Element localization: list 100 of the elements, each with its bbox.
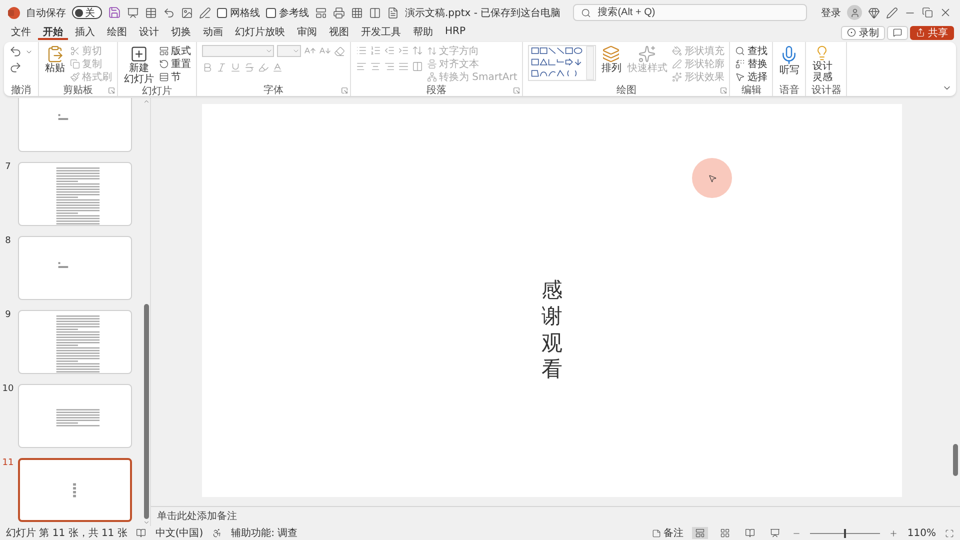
search-field[interactable]: 搜索(Alt + Q) [572, 4, 807, 21]
new-slide-button[interactable]: 新建 幻灯片 [123, 45, 155, 85]
checkbox[interactable]: 参考线 [266, 6, 309, 20]
columns-icon[interactable] [412, 61, 423, 72]
align-center-icon[interactable] [370, 61, 381, 72]
arrange-button[interactable]: 排列 [600, 45, 622, 74]
slide-thumbnail[interactable] [18, 458, 132, 522]
cursor-icon [708, 174, 716, 182]
image-icon[interactable] [181, 6, 193, 18]
ribbon-tab[interactable]: 幻灯片放映 [230, 25, 290, 40]
ribbon-tab[interactable]: 视图 [324, 25, 354, 40]
slideshow-icon[interactable] [127, 6, 139, 18]
printer-icon[interactable] [333, 6, 345, 18]
find-button[interactable]: 查找 [735, 45, 768, 57]
clear-format-icon[interactable] [334, 46, 345, 56]
restore-icon[interactable] [922, 7, 933, 18]
underline-icon[interactable] [230, 62, 241, 73]
designer-button[interactable]: 设计 灵感 [811, 45, 834, 83]
outdent-icon[interactable] [384, 45, 395, 56]
fit-slide-icon[interactable] [945, 528, 954, 538]
grid-icon[interactable] [351, 6, 363, 18]
undo-icon[interactable] [9, 45, 22, 58]
ribbon-tab[interactable]: 设计 [134, 25, 164, 40]
zoom-thumb[interactable] [844, 528, 846, 538]
pen-icon[interactable] [199, 6, 211, 18]
ribbon-tab[interactable]: 帮助 [408, 25, 438, 40]
dictate-button[interactable]: 听写 [778, 45, 800, 76]
redo-icon[interactable] [9, 61, 22, 74]
indent-icon[interactable] [398, 45, 409, 56]
align-left-icon[interactable] [356, 61, 367, 72]
pen-icon [672, 59, 682, 69]
group-label: 段落 [426, 84, 447, 97]
ribbon-tab[interactable]: 绘图 [102, 25, 132, 40]
slideshow-icon[interactable] [770, 528, 780, 538]
language-label[interactable]: 中文(中国) [155, 526, 204, 540]
undo-icon[interactable] [163, 6, 175, 18]
dropdown-icon [265, 47, 273, 55]
align-text-icon [427, 59, 437, 69]
ribbon-tab[interactable]: 开发工具 [356, 25, 406, 40]
slide-count: 幻灯片 第 11 张，共 11 张 [6, 526, 128, 540]
autosave-toggle[interactable]: 关 [72, 6, 102, 19]
layout-button[interactable]: 版式 [159, 45, 191, 57]
slide-number: 8 [4, 236, 12, 246]
scroll-down-icon[interactable] [143, 519, 150, 526]
ribbon-tab[interactable]: HRP [440, 25, 470, 40]
accessibility-status[interactable]: 辅助功能: 调查 [231, 526, 298, 540]
share-button[interactable]: 共享 [910, 26, 954, 40]
align-right-icon[interactable] [384, 61, 395, 72]
reset-icon [159, 59, 169, 69]
justify-icon[interactable] [398, 61, 409, 72]
checkbox[interactable]: 网格线 [217, 6, 260, 20]
avatar-icon[interactable] [847, 5, 862, 20]
pen-icon[interactable] [886, 6, 898, 18]
dialog-launcher-icon[interactable] [108, 87, 115, 94]
shape-gallery[interactable] [528, 45, 596, 81]
highlighter-icon[interactable] [258, 62, 269, 73]
scrollbar[interactable] [143, 98, 150, 526]
notes-button[interactable]: 备注 [652, 527, 684, 539]
ribbon-tab[interactable]: 动画 [198, 25, 228, 40]
close-icon[interactable] [939, 6, 952, 19]
document-icon[interactable] [387, 6, 399, 18]
table-icon[interactable] [145, 6, 157, 18]
zoom-in-icon[interactable] [889, 528, 898, 538]
reading-view-icon[interactable] [745, 528, 756, 538]
sign-in-link[interactable]: 登录 [821, 6, 841, 20]
section-button[interactable]: 节 [159, 71, 191, 83]
diamond-icon[interactable] [868, 6, 880, 18]
save-icon[interactable] [108, 6, 121, 19]
ribbon-tab[interactable]: 切换 [166, 25, 196, 40]
record-button[interactable]: 录制 [841, 26, 885, 40]
dialog-launcher-icon[interactable] [513, 87, 520, 94]
replace-button[interactable]: 替换 [735, 58, 768, 70]
ribbon-tab[interactable]: 审阅 [292, 25, 322, 40]
reset-button[interactable]: 重置 [159, 58, 191, 70]
share-icon [916, 28, 925, 37]
layout-icon[interactable] [315, 6, 327, 18]
columns-icon[interactable] [369, 6, 381, 18]
scroll-up-icon[interactable] [143, 98, 150, 105]
line-spacing-icon[interactable] [412, 45, 423, 56]
ribbon-tab[interactable]: 开始 [38, 25, 68, 40]
record-icon [847, 28, 856, 37]
italic-icon[interactable] [216, 62, 227, 73]
comment-button[interactable] [887, 26, 908, 40]
select-button[interactable]: 选择 [735, 71, 768, 83]
group-label: 绘图 [616, 84, 636, 97]
font-color-icon[interactable] [272, 62, 283, 73]
zoom-level[interactable]: 110% [907, 528, 936, 538]
numbered-list-icon[interactable] [370, 45, 381, 56]
paste-button[interactable]: 粘贴 [44, 45, 66, 74]
bold-icon[interactable] [202, 62, 213, 73]
font-size-field[interactable] [277, 45, 301, 57]
slide-number: 11 [1, 458, 15, 468]
slide-sorter-icon[interactable] [720, 528, 730, 538]
dialog-launcher-icon[interactable] [720, 87, 728, 94]
strikethrough-icon[interactable] [244, 62, 255, 73]
scissors-icon [70, 46, 80, 56]
ribbon-tab[interactable]: 插入 [70, 25, 100, 40]
sparkles-icon [672, 72, 682, 82]
normal-view-icon[interactable] [695, 528, 706, 538]
ribbon-tab[interactable]: 文件 [6, 25, 36, 40]
